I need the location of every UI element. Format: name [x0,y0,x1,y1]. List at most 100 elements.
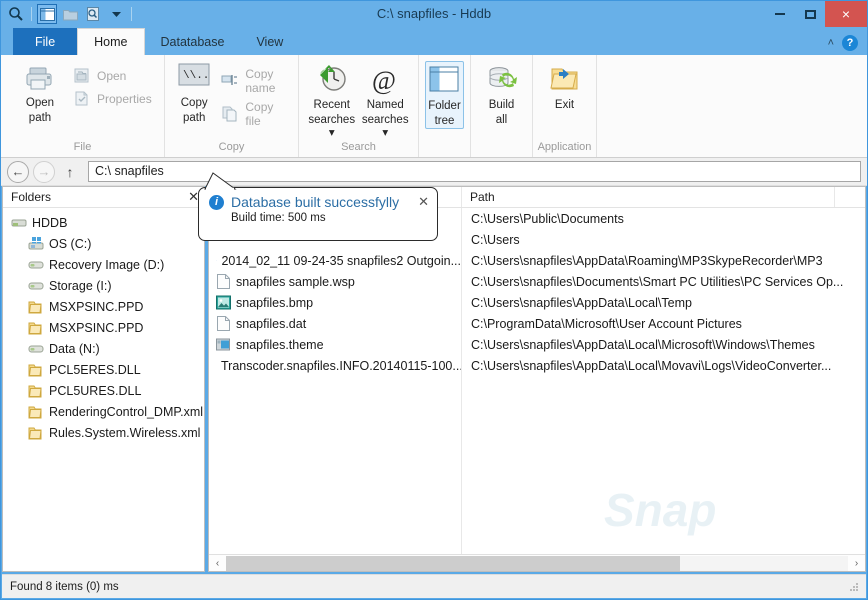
tree-item-pcl5ures-dll[interactable]: PCL5URES.DLL [3,380,204,401]
forward-button[interactable]: → [33,160,55,183]
dropdown-caret-icon[interactable] [106,4,126,24]
column-header-path[interactable]: Path [462,187,835,207]
recent-searches-label-2: searches ▾ [308,114,356,139]
minimize-icon [775,13,785,15]
table-row[interactable]: C:\Users\snapfiles\AppData\Local\Movavi\… [462,355,865,376]
folder-tree-button[interactable]: Folder tree [425,61,464,129]
folders-pane-header: Folders ✕ [3,187,204,208]
resize-grip-icon[interactable] [848,581,860,593]
table-row[interactable]: snapfiles.theme [209,334,461,355]
tree-item-storage-i[interactable]: Storage (I:) [3,275,204,296]
tab-home[interactable]: Home [77,28,145,55]
recent-searches-button[interactable]: Recent searches ▾ [305,61,359,140]
up-button[interactable]: ↑ [59,164,81,180]
hard-disk-icon [11,219,27,226]
exit-label: Exit [554,99,575,111]
status-bar: Found 8 items (0) ms [2,574,866,598]
scrollbar-track[interactable] [226,555,848,571]
ribbon-group-build: Build all [471,55,533,157]
open-path-label-2: path [28,112,52,124]
open-button[interactable]: Open [69,66,156,86]
copy-file-button[interactable]: Copy file [217,99,292,129]
tree-item-hddb[interactable]: HDDB [3,212,204,233]
table-row[interactable]: 2014_02_11 09-24-35 snapfiles2 Outgoin..… [209,250,461,271]
build-all-button[interactable]: Build all [477,61,526,127]
table-row[interactable]: snapfiles.dat [209,313,461,334]
table-row[interactable]: C:\Users\snapfiles\AppData\Local\Temp [462,292,865,313]
path-column: C:\Users\Public\Documents C:\Users C:\Us… [462,208,865,554]
tree-item-os-c[interactable]: OS (C:) [3,233,204,254]
tab-file[interactable]: File [13,28,78,55]
table-row[interactable]: C:\Users\Public\Documents [462,208,865,229]
tree-item-recovery-image-d[interactable]: Recovery Image (D:) [3,254,204,275]
tab-view[interactable]: View [240,28,299,55]
popup-subtitle: Build time: 500 ms [231,212,326,224]
folder-icon [28,301,42,313]
generic-file-icon [217,316,230,331]
tree-item-data-n[interactable]: Data (N:) [3,338,204,359]
table-row[interactable]: C:\ProgramData\Microsoft\User Account Pi… [462,313,865,334]
drive-icon [28,345,44,352]
maximize-button[interactable] [795,1,825,27]
collapse-ribbon-icon[interactable]: ˄ [828,37,834,49]
properties-button[interactable]: Properties [69,89,156,109]
table-row[interactable]: C:\Users\snapfiles\AppData\Local\Microso… [462,334,865,355]
copy-path-button[interactable]: \\... Copy path [171,59,217,125]
tree-item-renderingcontrol-dmp-xml[interactable]: RenderingControl_DMP.xml [3,401,204,422]
table-row[interactable]: C:\Users\snapfiles\AppData\Roaming\MP3Sk… [462,250,865,271]
tree-item-msxpsinc-ppd-2[interactable]: MSXPSINC.PPD [3,317,204,338]
ribbon-group-file: Open path Open Properties File [1,55,165,157]
open-path-button[interactable]: Open path [11,59,69,125]
tree-label: RenderingControl_DMP.xml [49,404,204,419]
folders-pane-title: Folders [11,190,52,204]
help-icon[interactable]: ? [842,35,858,51]
tree-label: Recovery Image (D:) [49,257,165,272]
tree-item-rules-system-wireless-xml[interactable]: Rules.System.Wireless.xml [3,422,204,443]
back-button[interactable]: ← [7,160,29,183]
tree-label: Rules.System.Wireless.xml [49,425,201,440]
scrollbar-thumb[interactable] [226,555,681,571]
popup-close-icon[interactable]: ✕ [418,194,429,210]
magnifier-icon[interactable] [6,4,26,24]
file-path: C:\Users\snapfiles\Documents\Smart PC Ut… [471,274,844,289]
table-row[interactable]: snapfiles.bmp [209,292,461,313]
scroll-right-button[interactable]: › [848,558,865,569]
search-document-icon[interactable] [83,4,103,24]
popup-tail-icon [204,172,237,190]
tree-label: PCL5URES.DLL [49,383,142,398]
scroll-left-button[interactable]: ‹ [209,558,226,569]
named-searches-button[interactable]: @ Named searches ▾ [359,61,413,140]
table-row[interactable]: C:\Users [462,229,865,250]
build-all-label-2: all [495,114,508,126]
table-row[interactable]: snapfiles sample.wsp [209,271,461,292]
ribbon-group-label-foldertree [419,140,470,157]
windows-drive-icon [28,236,44,249]
folder-icon [28,385,42,397]
folder-tree-icon [429,66,461,98]
table-row[interactable]: Transcoder.snapfiles.INFO.20140115-100..… [209,355,461,376]
close-button[interactable]: × [825,1,867,27]
tree-item-pcl5eres-dll[interactable]: PCL5ERES.DLL [3,359,204,380]
file-group-small-buttons: Open Properties [69,59,156,109]
svg-text:@: @ [372,66,396,95]
minimize-button[interactable] [765,1,795,27]
copy-path-label-1: Copy [180,97,208,109]
exit-button[interactable]: Exit [539,61,590,112]
folder-tree-toggle-icon[interactable] [37,4,57,24]
table-row[interactable]: C:\Users\snapfiles\Documents\Smart PC Ut… [462,271,865,292]
tree-item-msxpsinc-ppd-1[interactable]: MSXPSINC.PPD [3,296,204,317]
file-name: 2014_02_11 09-24-35 snapfiles2 Outgoin..… [221,253,461,268]
copy-name-button[interactable]: Copy name [217,66,292,96]
folder-icon [28,364,42,376]
horizontal-scrollbar[interactable]: ‹ › [209,554,865,571]
drive-icon [28,261,44,268]
application-window: C:\ snapfiles - Hddb × File Home Datatab… [0,0,868,600]
named-searches-at-icon: @ [369,65,401,97]
status-text: Found 8 items (0) ms [10,580,119,593]
file-path: C:\ProgramData\Microsoft\User Account Pi… [471,316,742,331]
column-header-extra[interactable] [835,187,865,207]
file-name: snapfiles.dat [236,316,307,331]
folder-icon[interactable] [60,4,80,24]
tab-datatabase[interactable]: Datatabase [145,28,241,55]
ribbon-group-filler [597,55,867,157]
